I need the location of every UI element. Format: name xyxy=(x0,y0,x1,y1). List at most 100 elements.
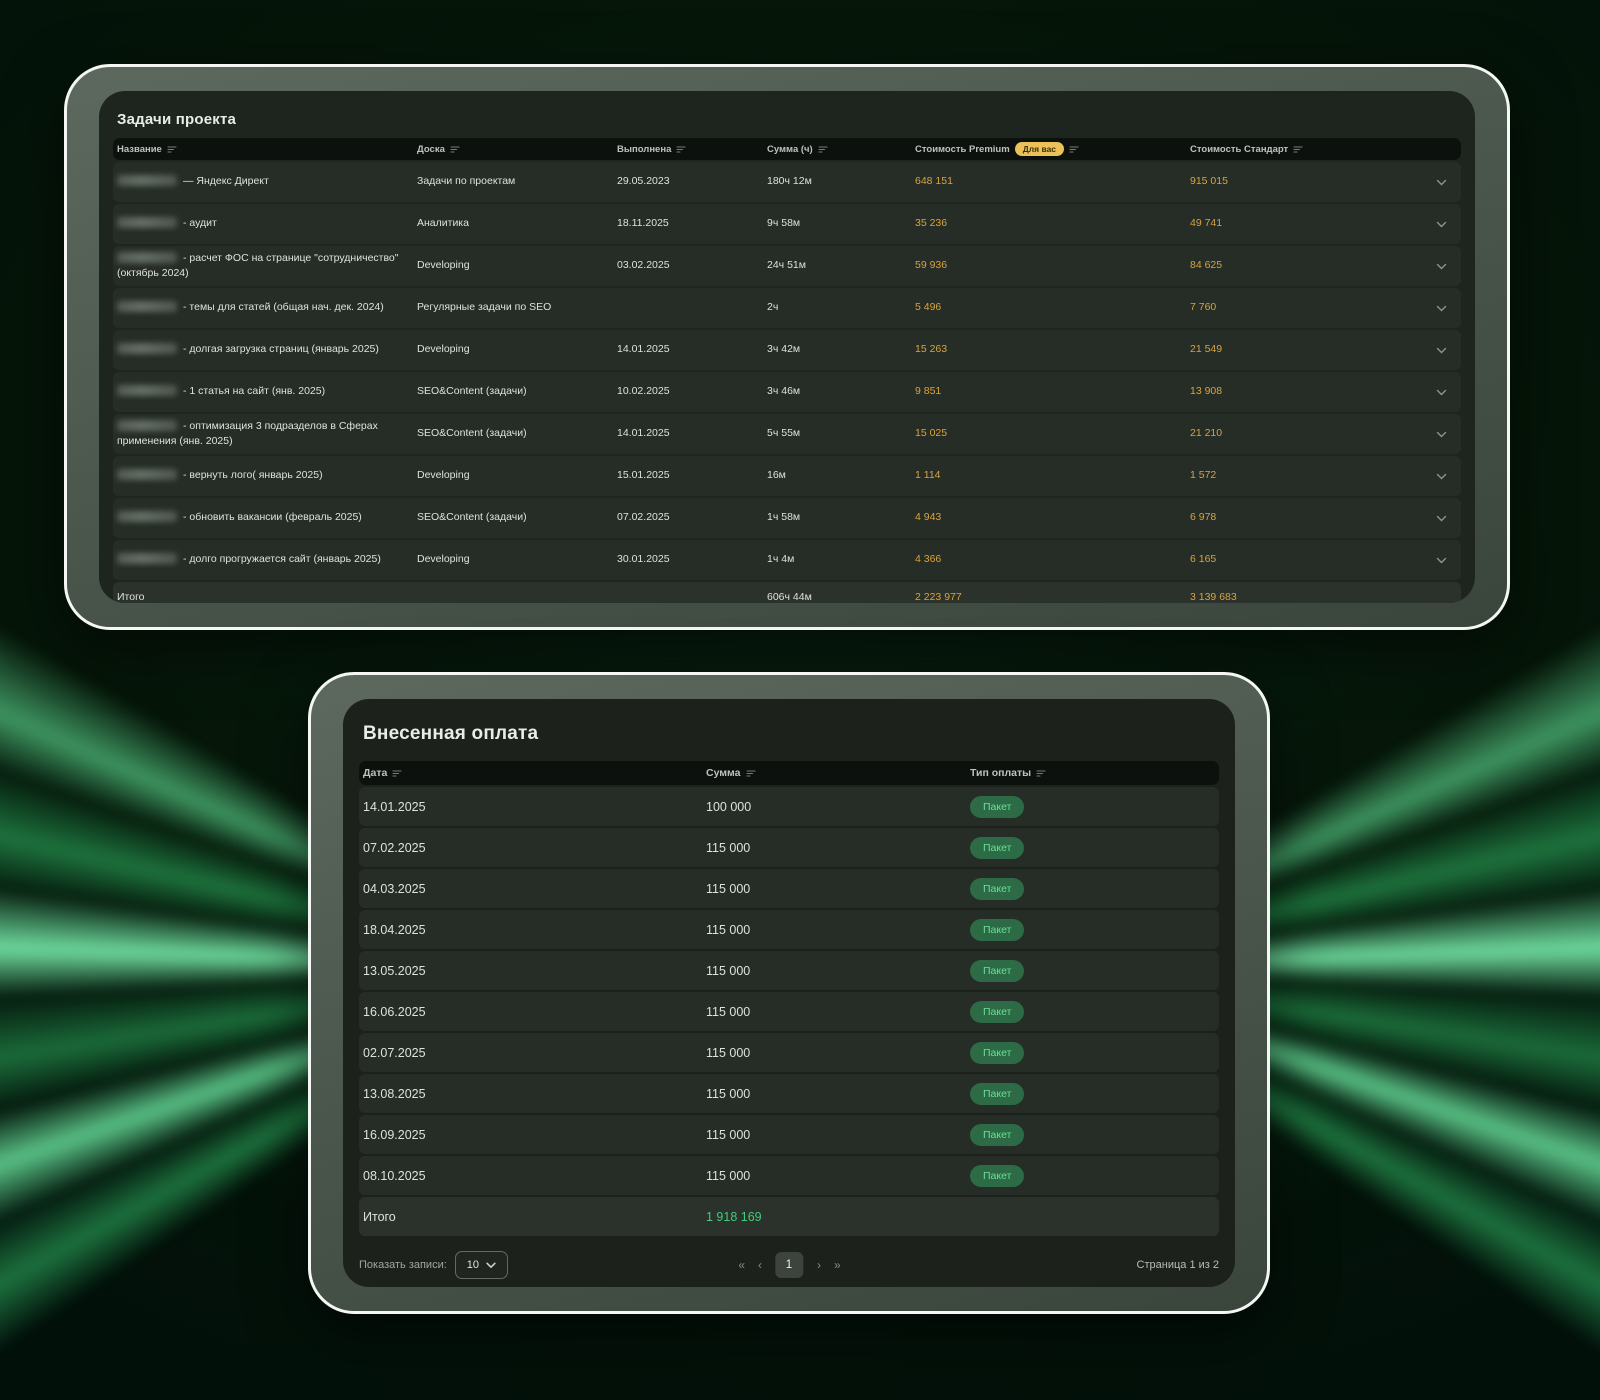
total-standard: 3 139 683 xyxy=(1186,591,1396,603)
tasks-table-header: НазваниеДоскаВыполненаСумма (ч)Стоимость… xyxy=(113,138,1461,160)
censored-client-name xyxy=(117,469,177,480)
hours-cell: 180ч 12м xyxy=(763,174,911,189)
censored-client-name xyxy=(117,252,177,263)
table-row: 13.08.2025 115 000 Пакет xyxy=(359,1074,1219,1113)
table-row: - обновить вакансии (февраль 2025) SEO&C… xyxy=(113,498,1461,538)
board-cell: Регулярные задачи по SEO xyxy=(413,300,613,315)
chevron-down-icon xyxy=(1436,557,1447,564)
last-page-button[interactable]: » xyxy=(834,1258,840,1272)
package-badge: Пакет xyxy=(970,837,1024,859)
payment-type-cell: Пакет xyxy=(966,1165,1219,1187)
payment-type-cell: Пакет xyxy=(966,1083,1219,1105)
total-label: Итого xyxy=(113,591,413,603)
standard-cost-cell: 6 165 xyxy=(1186,552,1396,567)
payment-type-cell: Пакет xyxy=(966,1001,1219,1023)
hours-cell: 16м xyxy=(763,468,911,483)
column-header[interactable]: Стоимость Стандарт xyxy=(1186,144,1396,155)
sort-icon[interactable] xyxy=(450,145,461,154)
table-row: 02.07.2025 115 000 Пакет xyxy=(359,1033,1219,1072)
payments-total-row: Итого 1 918 169 xyxy=(359,1197,1219,1236)
table-row: - долгая загрузка страниц (январь 2025) … xyxy=(113,330,1461,370)
payment-amount-cell: 115 000 xyxy=(702,841,966,855)
standard-cost-cell: 21 549 xyxy=(1186,342,1396,357)
hours-cell: 1ч 58м xyxy=(763,510,911,525)
payment-date-cell: 04.03.2025 xyxy=(359,882,702,896)
board-cell: Developing xyxy=(413,342,613,357)
row-expand-button[interactable] xyxy=(1396,221,1461,228)
board-cell: SEO&Content (задачи) xyxy=(413,426,613,441)
board-cell: Developing xyxy=(413,258,613,273)
payment-date-cell: 02.07.2025 xyxy=(359,1046,702,1060)
table-row: - оптимизация 3 подразделов в Сферах при… xyxy=(113,414,1461,454)
table-row: - расчет ФОС на странице "сотрудничество… xyxy=(113,246,1461,286)
censored-client-name xyxy=(117,420,177,431)
done-date-cell: 03.02.2025 xyxy=(613,258,763,273)
sort-icon[interactable] xyxy=(676,145,687,154)
sort-icon[interactable] xyxy=(746,769,757,778)
table-row: - аудит Аналитика 18.11.2025 9ч 58м 35 2… xyxy=(113,204,1461,244)
censored-client-name xyxy=(117,301,177,312)
task-name-cell: - обновить вакансии (февраль 2025) xyxy=(113,510,413,525)
hours-cell: 9ч 58м xyxy=(763,216,911,231)
sort-icon[interactable] xyxy=(1069,145,1080,154)
row-expand-button[interactable] xyxy=(1396,305,1461,312)
column-header[interactable]: Выполнена xyxy=(613,144,763,155)
sort-icon[interactable] xyxy=(167,145,178,154)
task-name-cell: - темы для статей (общая нач. дек. 2024) xyxy=(113,300,413,315)
current-page-button[interactable]: 1 xyxy=(775,1252,803,1278)
row-expand-button[interactable] xyxy=(1396,557,1461,564)
payment-date-cell: 08.10.2025 xyxy=(359,1169,702,1183)
total-hours: 606ч 44м xyxy=(763,591,911,603)
payment-date-cell: 16.09.2025 xyxy=(359,1128,702,1142)
payment-date-cell: 18.04.2025 xyxy=(359,923,702,937)
standard-cost-cell: 13 908 xyxy=(1186,384,1396,399)
table-row: - вернуть лого( январь 2025) Developing … xyxy=(113,456,1461,496)
chevron-down-icon xyxy=(1436,179,1447,186)
column-header[interactable]: Дата xyxy=(359,767,702,779)
sort-icon[interactable] xyxy=(1036,769,1047,778)
censored-client-name xyxy=(117,217,177,228)
column-header[interactable]: Стоимость PremiumДля вас xyxy=(911,142,1186,156)
table-row: 08.10.2025 115 000 Пакет xyxy=(359,1156,1219,1195)
board-cell: SEO&Content (задачи) xyxy=(413,384,613,399)
package-badge: Пакет xyxy=(970,1042,1024,1064)
next-page-button[interactable]: › xyxy=(817,1258,820,1272)
column-header[interactable]: Доска xyxy=(413,144,613,155)
premium-cost-cell: 4 943 xyxy=(911,510,1186,525)
table-row: 14.01.2025 100 000 Пакет xyxy=(359,787,1219,826)
censored-client-name xyxy=(117,385,177,396)
sort-icon[interactable] xyxy=(1293,145,1304,154)
payment-type-cell: Пакет xyxy=(966,878,1219,900)
row-expand-button[interactable] xyxy=(1396,263,1461,270)
done-date-cell: 07.02.2025 xyxy=(613,510,763,525)
censored-client-name xyxy=(117,343,177,354)
premium-cost-cell: 4 366 xyxy=(911,552,1186,567)
project-tasks-panel: Задачи проекта НазваниеДоскаВыполненаСум… xyxy=(99,91,1475,603)
payment-amount-cell: 115 000 xyxy=(702,964,966,978)
task-name-cell: - 1 статья на сайт (янв. 2025) xyxy=(113,384,413,399)
tasks-table-body: — Яндекс Директ Задачи по проектам 29.05… xyxy=(113,162,1461,580)
sort-icon[interactable] xyxy=(392,769,403,778)
hours-cell: 3ч 46м xyxy=(763,384,911,399)
task-name-cell: - долго прогружается сайт (январь 2025) xyxy=(113,552,413,567)
column-header[interactable]: Сумма xyxy=(702,767,966,779)
row-expand-button[interactable] xyxy=(1396,389,1461,396)
prev-page-button[interactable]: ‹ xyxy=(758,1258,761,1272)
premium-cost-cell: 9 851 xyxy=(911,384,1186,399)
tasks-total-row: Итого 606ч 44м 2 223 977 3 139 683 xyxy=(113,582,1461,603)
sort-icon[interactable] xyxy=(818,145,829,154)
column-header[interactable]: Сумма (ч) xyxy=(763,144,911,155)
premium-cost-cell: 1 114 xyxy=(911,468,1186,483)
row-expand-button[interactable] xyxy=(1396,473,1461,480)
first-page-button[interactable]: « xyxy=(738,1258,744,1272)
table-row: - долго прогружается сайт (январь 2025) … xyxy=(113,540,1461,580)
row-expand-button[interactable] xyxy=(1396,179,1461,186)
row-expand-button[interactable] xyxy=(1396,347,1461,354)
column-header[interactable]: Название xyxy=(113,144,413,155)
table-row: — Яндекс Директ Задачи по проектам 29.05… xyxy=(113,162,1461,202)
page-size-select[interactable]: 10 xyxy=(455,1251,508,1279)
column-header[interactable]: Тип оплаты xyxy=(966,767,1219,779)
row-expand-button[interactable] xyxy=(1396,431,1461,438)
chevron-down-icon xyxy=(1436,263,1447,270)
row-expand-button[interactable] xyxy=(1396,515,1461,522)
